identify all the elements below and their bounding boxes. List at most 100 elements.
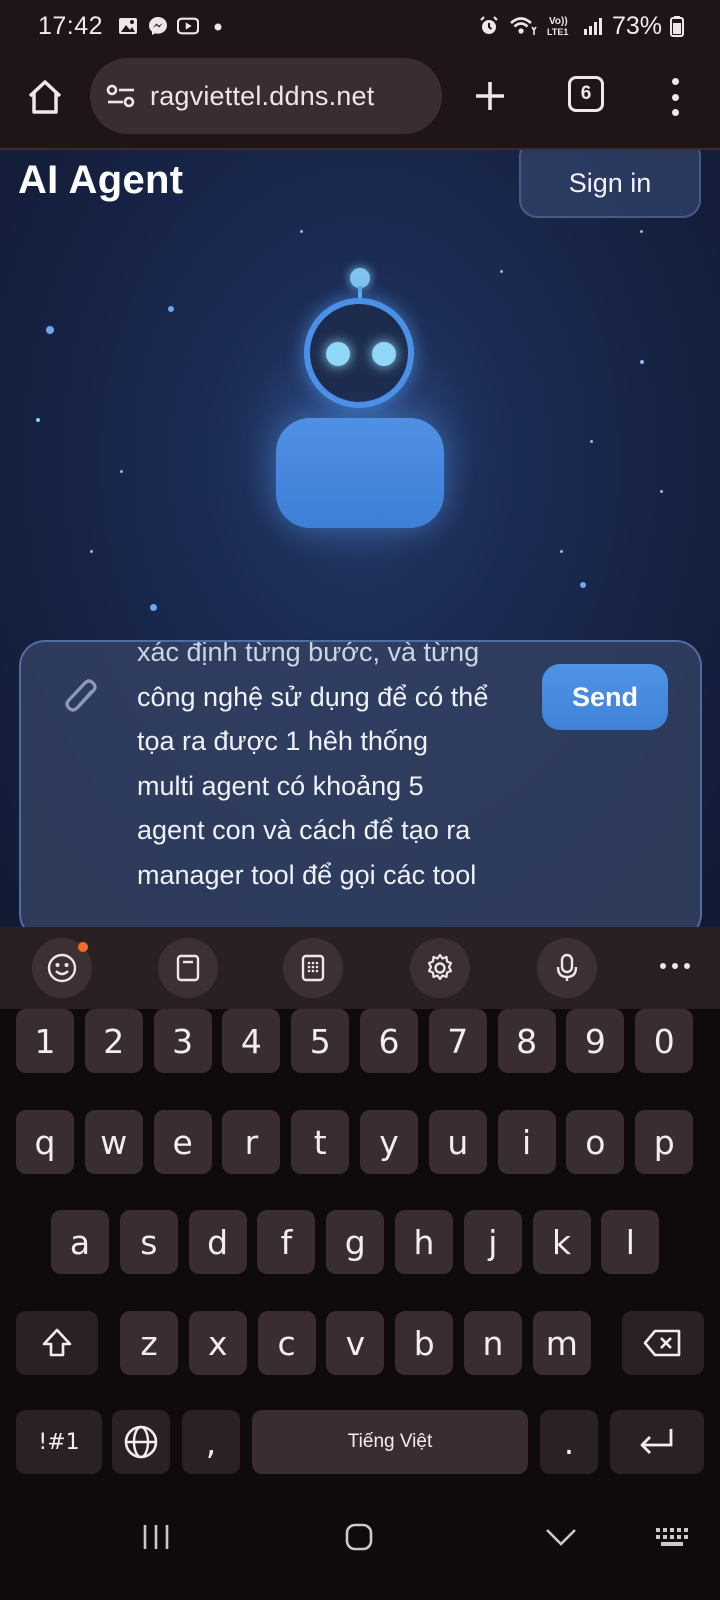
keypad-button[interactable] [283, 938, 343, 998]
key-d[interactable]: d [188, 1210, 247, 1274]
menu-dot [671, 93, 679, 101]
system-navigation-bar [0, 1482, 720, 1600]
key-i[interactable]: i [497, 1110, 556, 1174]
address-bar[interactable]: ragviettel.ddns.net [90, 58, 442, 134]
settings-button[interactable] [410, 938, 470, 998]
comma-key[interactable]: , [182, 1410, 240, 1474]
key-n[interactable]: n [464, 1311, 522, 1375]
key-f[interactable]: f [257, 1210, 316, 1274]
microphone-icon [556, 953, 578, 981]
globe-icon [124, 1425, 158, 1459]
keyboard-toolbar [0, 927, 720, 1009]
gallery-icon [117, 15, 139, 37]
robot-eye [372, 342, 396, 366]
key-6[interactable]: 6 [360, 1009, 418, 1073]
key-1[interactable]: 1 [16, 1009, 74, 1073]
key-0[interactable]: 0 [635, 1009, 694, 1073]
key-s[interactable]: s [119, 1210, 178, 1274]
robot-head [304, 298, 414, 408]
emoji-icon [47, 953, 77, 983]
web-page: AI Agent Sign in xác định từng bước, và … [0, 150, 720, 927]
home-icon [28, 80, 62, 114]
status-time: 17:42 [38, 11, 104, 40]
key-7[interactable]: 7 [428, 1009, 487, 1073]
message-composer: xác định từng bước, và từng công nghệ sử… [19, 640, 702, 927]
new-tab-button[interactable] [466, 72, 514, 120]
message-input[interactable]: xác định từng bước, và từng công nghệ sử… [137, 642, 542, 897]
key-l[interactable]: l [601, 1210, 660, 1274]
key-o[interactable]: o [566, 1110, 625, 1174]
period-key[interactable]: . [540, 1410, 598, 1474]
emoji-button[interactable] [32, 938, 92, 998]
menu-dot [671, 78, 679, 85]
key-j[interactable]: j [463, 1210, 522, 1274]
alarm-icon [478, 15, 500, 37]
volte-icon: Vo)) LTE1 [546, 15, 574, 37]
key-w[interactable]: w [84, 1110, 143, 1174]
attach-button[interactable] [57, 674, 107, 724]
key-b[interactable]: b [395, 1311, 454, 1375]
key-a[interactable]: a [51, 1210, 109, 1274]
robot-illustration [230, 268, 486, 568]
key-v[interactable]: v [326, 1311, 385, 1375]
backspace-icon [643, 1329, 681, 1357]
send-button[interactable]: Send [542, 664, 668, 730]
message-line: agent con và cách để tạo ra [137, 815, 471, 845]
message-line: công nghệ sử dụng để có thể [137, 681, 489, 712]
key-h[interactable]: h [395, 1210, 453, 1274]
star [300, 230, 303, 233]
svg-text:Vo)): Vo)) [549, 16, 568, 27]
star [590, 440, 593, 443]
key-y[interactable]: y [360, 1110, 418, 1174]
backspace-key[interactable] [622, 1311, 704, 1375]
message-line: tọa ra được 1 hêh thống [137, 726, 428, 756]
sign-in-button[interactable]: Sign in [519, 150, 701, 218]
keyboard-switch-button[interactable] [648, 1512, 698, 1562]
enter-key[interactable] [610, 1410, 704, 1474]
on-screen-keyboard: 1234567890 qwertyuiop asdfghjkl zxcvbnm … [0, 1009, 720, 1482]
site-settings-icon [106, 84, 135, 108]
home-nav-button[interactable] [334, 1512, 384, 1562]
key-z[interactable]: z [120, 1311, 178, 1375]
key-e[interactable]: e [153, 1110, 212, 1174]
dot-icon [207, 15, 229, 37]
hide-keyboard-button[interactable] [536, 1512, 586, 1562]
key-u[interactable]: u [428, 1110, 487, 1174]
browser-menu-button[interactable] [660, 74, 690, 120]
space-key[interactable]: Tiếng Việt [252, 1410, 528, 1474]
star [46, 326, 54, 334]
star [90, 550, 93, 553]
shift-key[interactable] [16, 1311, 98, 1375]
key-3[interactable]: 3 [153, 1009, 212, 1073]
recent-apps-button[interactable] [131, 1512, 181, 1562]
key-t[interactable]: t [291, 1110, 350, 1174]
battery-icon [670, 15, 684, 37]
key-q[interactable]: q [16, 1110, 74, 1174]
settings-icon [427, 953, 453, 981]
tab-count: 6 [580, 83, 592, 104]
language-key[interactable] [112, 1410, 170, 1474]
key-4[interactable]: 4 [222, 1009, 281, 1073]
messenger-icon [147, 15, 169, 37]
menu-dot [671, 109, 679, 116]
clipboard-button[interactable] [158, 938, 218, 998]
key-g[interactable]: g [326, 1210, 385, 1274]
key-8[interactable]: 8 [497, 1009, 556, 1073]
message-line: multi agent có khoảng 5 [137, 770, 424, 801]
home-button[interactable] [22, 74, 68, 120]
tab-switcher-button[interactable]: 6 [568, 76, 604, 112]
symbols-key[interactable]: !#1 [16, 1410, 102, 1474]
star [560, 550, 563, 553]
key-m[interactable]: m [532, 1311, 591, 1375]
more-icon [672, 963, 678, 969]
key-k[interactable]: k [532, 1210, 591, 1274]
key-r[interactable]: r [222, 1110, 281, 1174]
key-5[interactable]: 5 [291, 1009, 350, 1073]
key-2[interactable]: 2 [84, 1009, 143, 1073]
more-options-button[interactable] [660, 963, 690, 969]
key-x[interactable]: x [188, 1311, 247, 1375]
key-9[interactable]: 9 [566, 1009, 625, 1073]
voice-input-button[interactable] [537, 938, 597, 998]
key-c[interactable]: c [257, 1311, 316, 1375]
key-p[interactable]: p [635, 1110, 694, 1174]
